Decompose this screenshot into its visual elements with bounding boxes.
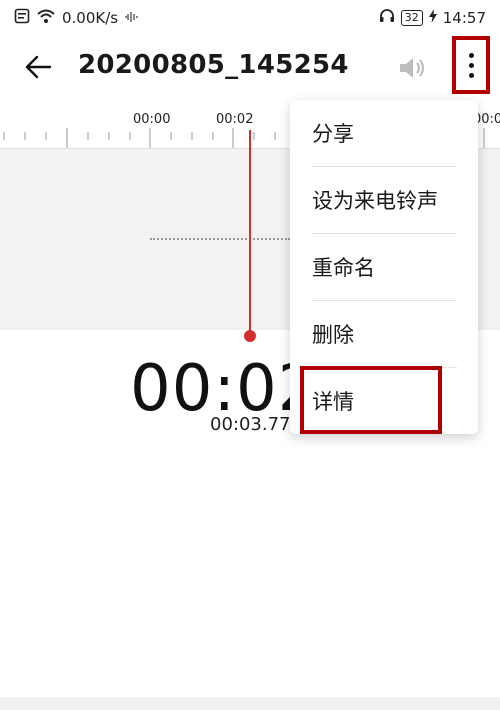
- status-bar-right: 32 14:57: [379, 8, 486, 28]
- tick-label-1: 00:02: [216, 112, 254, 127]
- battery-indicator: 32: [400, 10, 423, 26]
- headset-icon: [379, 8, 395, 28]
- more-options-button[interactable]: [452, 36, 490, 94]
- menu-item-set-ringtone[interactable]: 设为来电铃声: [290, 167, 478, 233]
- notification-icon: [14, 8, 30, 28]
- charging-icon: [428, 9, 437, 27]
- clock: 14:57: [442, 9, 486, 27]
- recording-title: 20200805_145254: [78, 50, 349, 80]
- speaker-button[interactable]: [396, 52, 428, 84]
- menu-item-share[interactable]: 分享: [290, 100, 478, 166]
- playhead-handle[interactable]: [244, 330, 256, 342]
- back-button[interactable]: [22, 50, 56, 84]
- total-duration: 00:03.77: [210, 414, 291, 435]
- more-options-icon: [468, 52, 474, 58]
- audio-wave-icon: [124, 9, 140, 27]
- network-speed: 0.00K/s: [62, 9, 119, 27]
- menu-item-rename[interactable]: 重命名: [290, 234, 478, 300]
- menu-item-delete[interactable]: 删除: [290, 301, 478, 367]
- status-bar-left: 0.00K/s: [14, 8, 140, 28]
- app-bar: 20200805_145254: [0, 36, 500, 100]
- playhead[interactable]: [249, 130, 251, 335]
- wifi-icon: [36, 8, 56, 28]
- waveform-line: [150, 238, 290, 240]
- bottom-strip: [0, 697, 500, 710]
- status-bar: 0.00K/s 32 14:57: [0, 0, 500, 36]
- details-highlight-box: [300, 366, 442, 434]
- tick-label-0: 00:00: [133, 112, 171, 127]
- back-arrow-icon: [25, 55, 52, 79]
- speaker-icon: [400, 58, 425, 78]
